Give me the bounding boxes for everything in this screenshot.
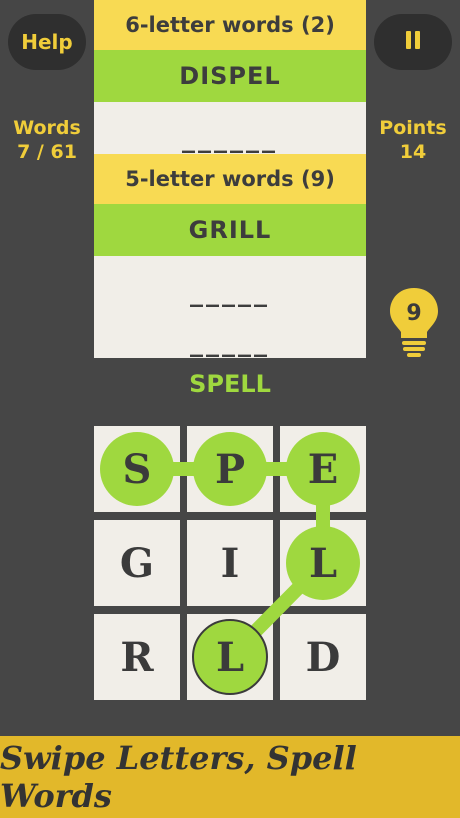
- points-counter: Points 14: [368, 116, 458, 164]
- selected-letter-marker: [100, 432, 174, 506]
- points-label: Points: [379, 117, 447, 139]
- words-label: Words: [13, 117, 81, 139]
- selected-letter-marker: [286, 432, 360, 506]
- found-word-five: GRILL: [94, 204, 366, 256]
- blank-word-five-2: _____: [190, 328, 270, 358]
- word-list-panel: 6-letter words (2) DISPEL ______ 5-lette…: [94, 0, 366, 358]
- six-letter-header: 6-letter words (2): [94, 0, 366, 50]
- five-letter-header: 5-letter words (9): [94, 154, 366, 204]
- found-word-six: DISPEL: [94, 50, 366, 102]
- lightbulb-icon: 9: [390, 288, 438, 357]
- hint-button[interactable]: 9: [386, 286, 442, 358]
- selected-letter-marker: [193, 432, 267, 506]
- pause-icon: [404, 30, 422, 54]
- help-button[interactable]: Help: [8, 14, 86, 70]
- hint-count: 9: [406, 301, 421, 326]
- selected-letter-marker: [192, 619, 268, 695]
- pause-button[interactable]: [374, 14, 452, 70]
- points-value: 14: [399, 141, 427, 163]
- promo-banner: Swipe Letters, Spell Words: [0, 736, 460, 818]
- words-counter: Words 7 / 61: [2, 116, 92, 164]
- selected-letter-marker: [286, 526, 360, 600]
- blank-word-five-1: _____: [190, 278, 270, 308]
- swipe-path: [100, 432, 360, 695]
- words-value: 7 / 61: [17, 141, 77, 163]
- current-word: SPELL: [189, 370, 271, 398]
- letter-grid[interactable]: S P E G I L R L D: [94, 426, 366, 700]
